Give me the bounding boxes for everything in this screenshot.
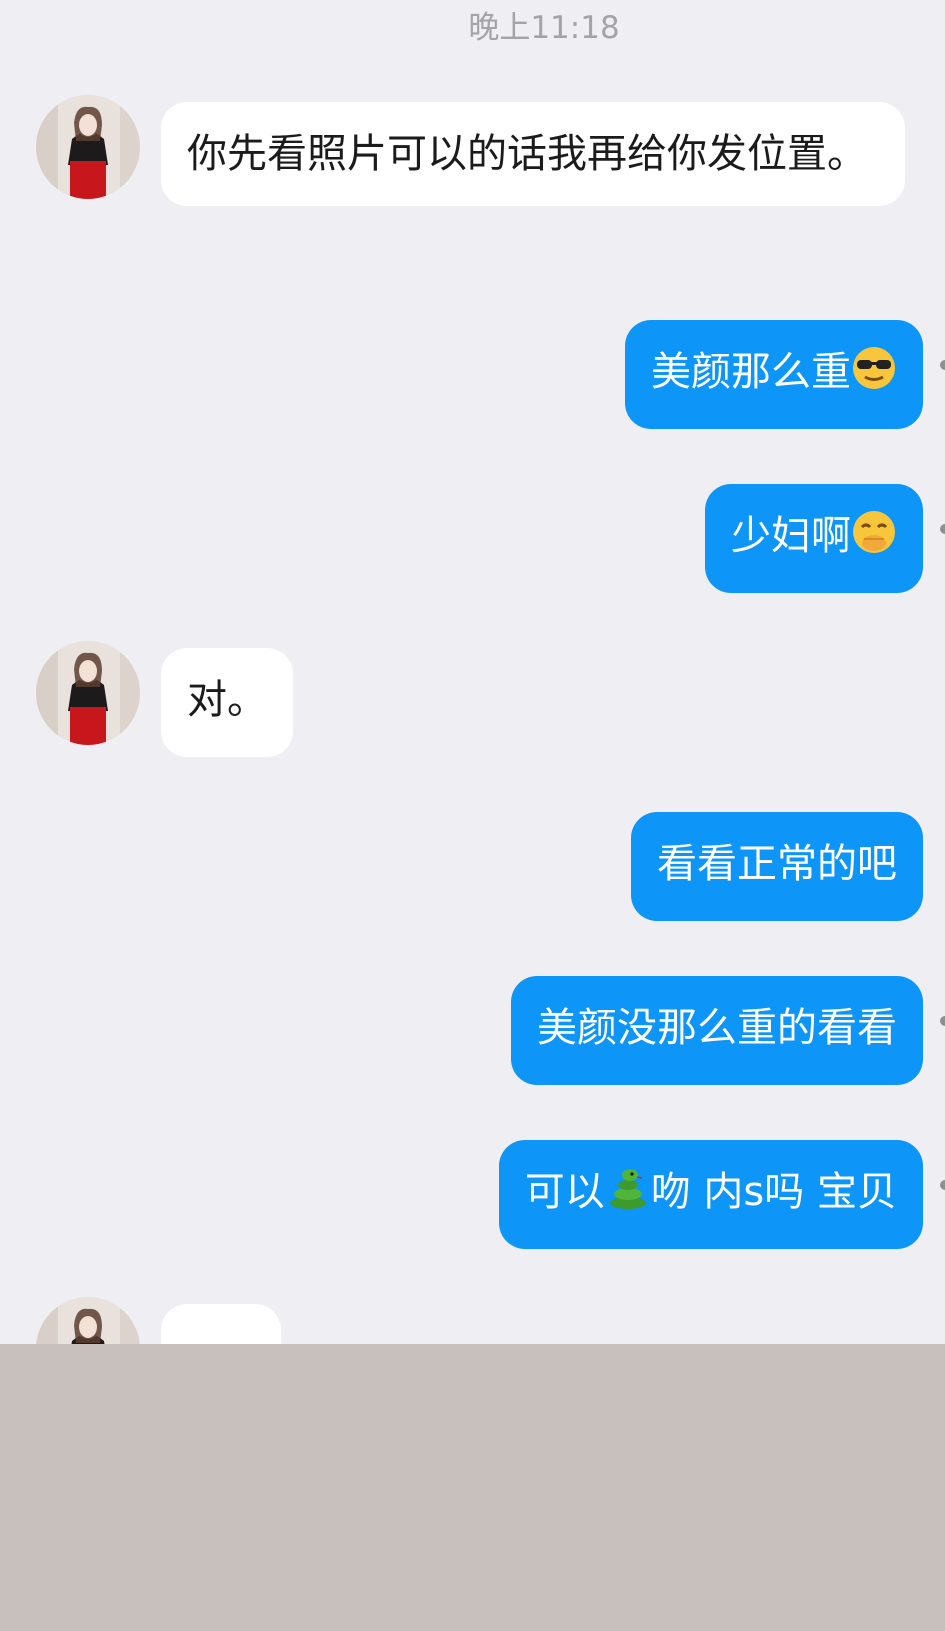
message-bubble-incoming[interactable]: 对。 <box>161 648 293 757</box>
sunglasses-face-icon <box>851 345 897 391</box>
message-text: 美颜没那么重的看看 <box>537 1005 897 1051</box>
message-text-after: 吻 内s吗 宝贝 <box>650 1169 897 1215</box>
avatar[interactable] <box>36 641 140 745</box>
message-bubble-outgoing[interactable]: 少妇啊 <box>705 484 923 593</box>
face-with-hand-over-mouth-icon <box>851 509 897 555</box>
message-text: 你先看照片可以的话我再给你发位置。 <box>187 131 867 177</box>
message-text: 少妇啊 <box>731 513 851 559</box>
message-bubble-incoming[interactable]: 你先看照片可以的话我再给你发位置。 <box>161 102 905 206</box>
message-bubble-outgoing[interactable]: 看看正常的吧 <box>631 812 923 921</box>
message-status-dot <box>940 1180 945 1190</box>
bottom-overlay <box>0 1344 945 1631</box>
message-bubble-outgoing[interactable]: 美颜那么重 <box>625 320 923 429</box>
message-bubble-outgoing[interactable]: 美颜没那么重的看看 <box>511 976 923 1085</box>
message-text-before: 可以 <box>524 1169 605 1215</box>
message-status-dot <box>940 524 945 534</box>
message-bubble-outgoing[interactable]: 可以 吻 内s吗 宝贝 <box>498 1140 923 1249</box>
message-status-dot <box>940 1016 945 1026</box>
message-text: 对。 <box>187 677 267 723</box>
message-text: 看看正常的吧 <box>657 841 897 887</box>
message-text: 美颜那么重 <box>651 349 851 395</box>
avatar[interactable] <box>36 95 140 199</box>
timestamp: 晚上11:18 <box>468 10 620 46</box>
message-status-dot <box>940 360 945 370</box>
snake-icon <box>605 1165 651 1211</box>
